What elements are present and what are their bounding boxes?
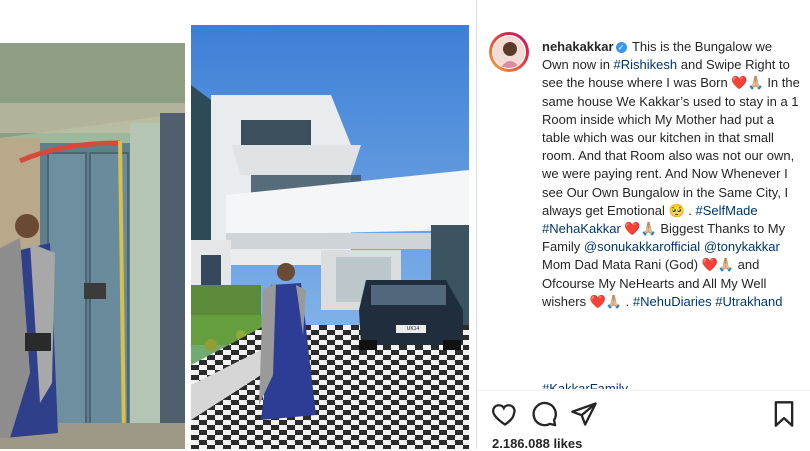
photo-old-house: [0, 43, 185, 449]
photo-bungalow: UK14 F0000: [191, 25, 469, 449]
caption-link[interactable]: #NehuDiaries: [633, 294, 712, 309]
bookmark-icon[interactable]: [770, 400, 800, 430]
avatar[interactable]: [489, 32, 529, 72]
caption-link[interactable]: @sonukakkarofficial: [584, 239, 700, 254]
caption-link[interactable]: #Rishikesh: [614, 57, 678, 72]
username-link[interactable]: nehakakkar: [542, 39, 614, 54]
action-bar: [477, 400, 810, 430]
avatar-image: [492, 35, 526, 69]
caption-text: This is the Bungalow we Own now in #Rish…: [542, 39, 800, 309]
share-icon[interactable]: [570, 400, 600, 430]
car-plate: UK14 F0000: [406, 326, 420, 332]
comment-icon[interactable]: [530, 400, 560, 430]
caption-link[interactable]: #Utrakhand: [715, 294, 782, 309]
verified-badge-icon: ✓: [615, 42, 627, 54]
heart-icon[interactable]: [491, 400, 521, 430]
actions-separator: [477, 390, 810, 391]
caption-link[interactable]: #NehaKakkar: [542, 221, 621, 236]
caption-link[interactable]: #SelfMade: [695, 203, 757, 218]
caption-segment: and Swipe Right to see the house where I…: [542, 57, 800, 218]
post-caption: nehakakkar ✓ This is the Bungalow we Own …: [542, 38, 802, 311]
post-media: UK14 F0000: [0, 0, 476, 449]
hashtag-cut-off[interactable]: #KakkarFamily: [542, 380, 628, 389]
caption-link[interactable]: @tonykakkar: [704, 239, 780, 254]
post-side-panel: nehakakkar ✓ This is the Bungalow we Own …: [477, 0, 810, 449]
